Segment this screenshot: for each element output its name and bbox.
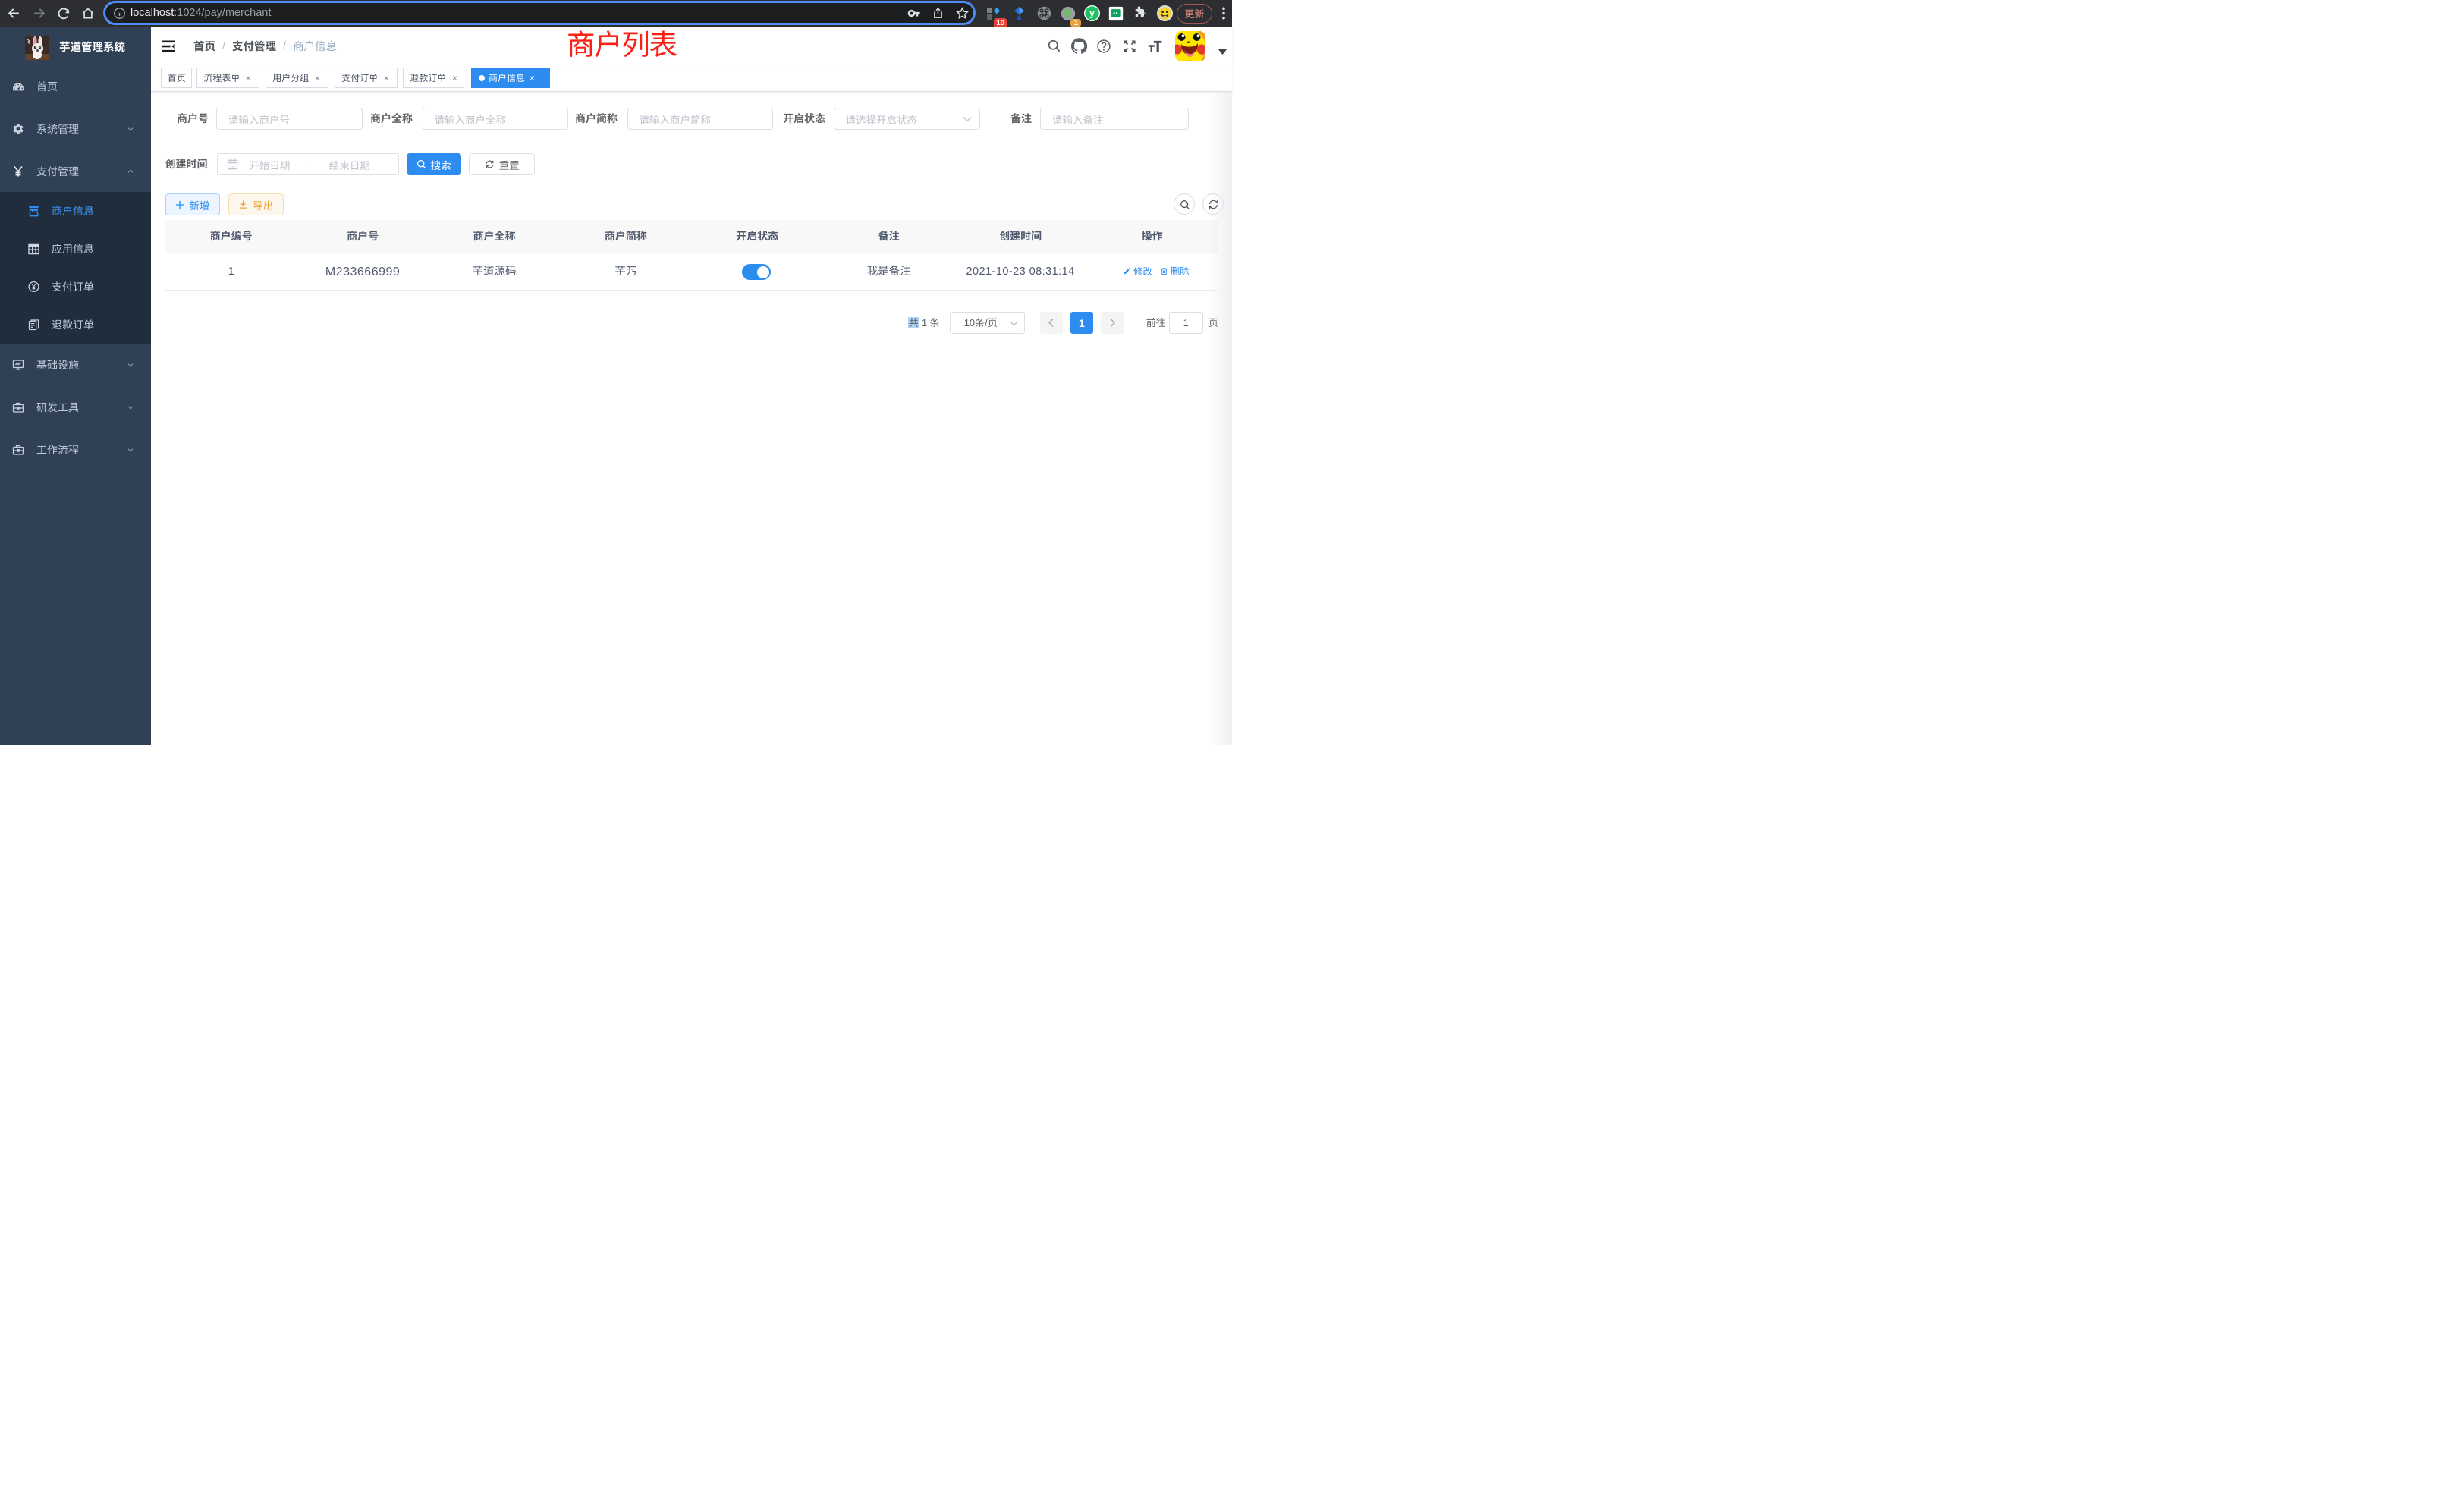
svg-text:y: y xyxy=(1089,10,1095,19)
